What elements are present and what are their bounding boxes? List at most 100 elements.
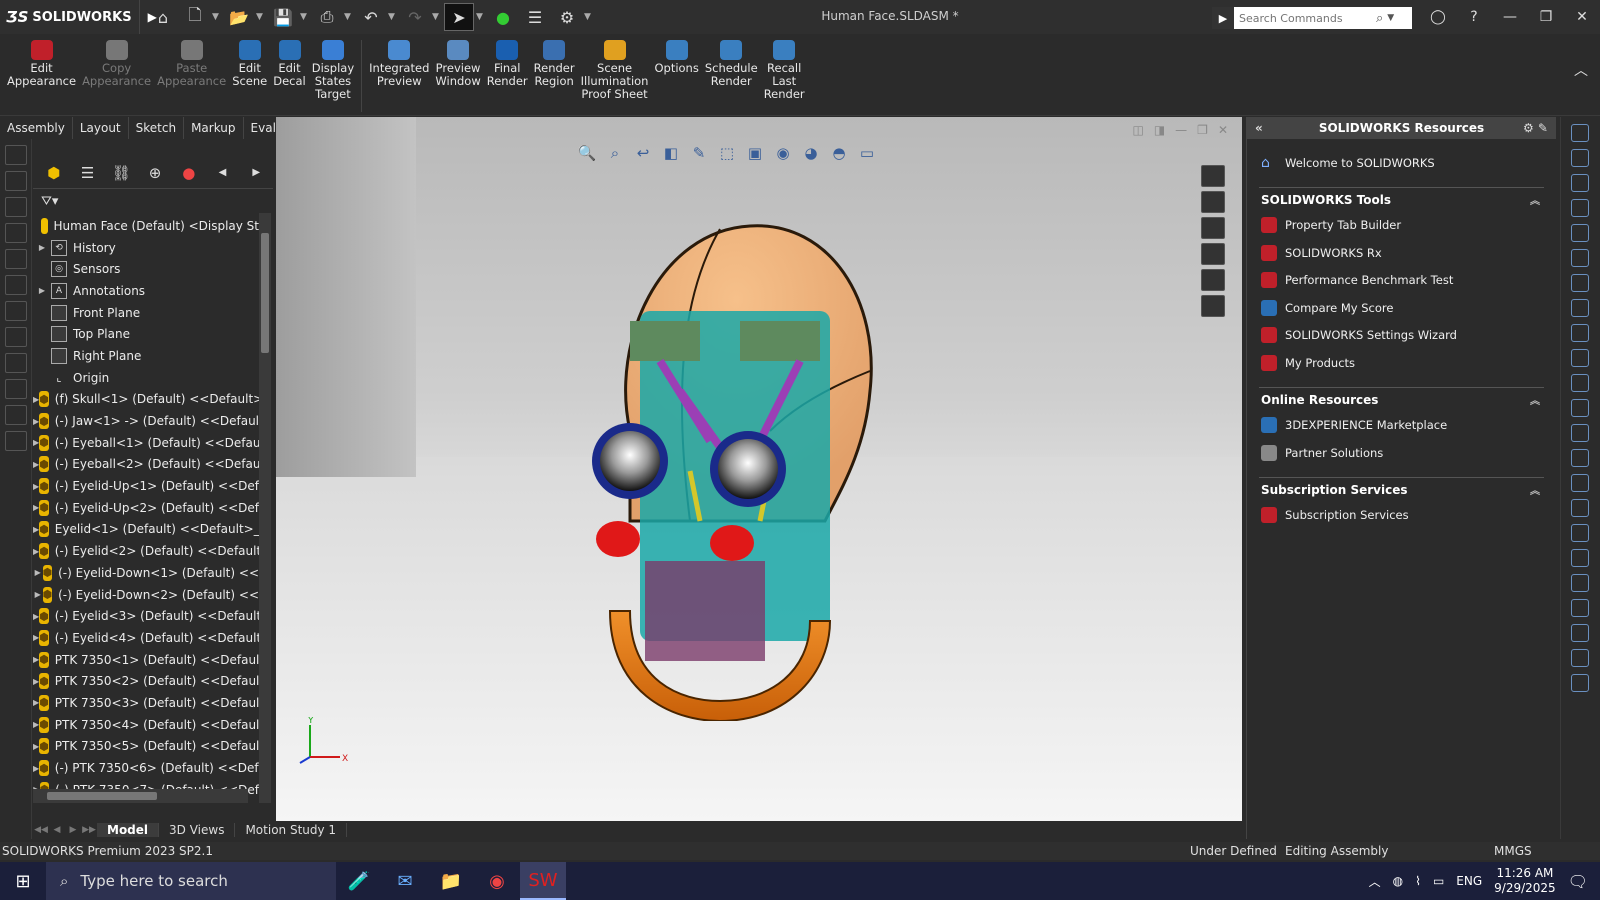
section-header[interactable]: Subscription Services ︽ (1259, 478, 1544, 502)
strip-tool-icon[interactable] (5, 431, 27, 451)
minimize-icon[interactable]: — (1492, 0, 1528, 34)
human-face-model[interactable] (570, 221, 890, 721)
zoom-to-fit-icon[interactable]: 🔍 (576, 143, 598, 163)
tabs-scroll-right-icon[interactable]: ▶ (239, 159, 273, 187)
strip-tool-icon[interactable] (5, 301, 27, 321)
collapse-section-icon[interactable]: ︽ (1530, 392, 1540, 407)
network-icon[interactable]: ◍ (1393, 874, 1403, 888)
configuration-manager-tab-icon[interactable]: ⛓ (104, 159, 138, 187)
dimxpert-tab-icon[interactable]: ⊕ (138, 159, 172, 187)
view-orientation-icon[interactable]: ⬚ (716, 143, 738, 163)
tree-node[interactable]: ◎ Sensors (33, 258, 259, 280)
home-icon[interactable]: ⌂ (148, 3, 178, 31)
search-icon[interactable]: ⌕ (1376, 11, 1383, 26)
options-gear-icon[interactable]: ⚙ (552, 3, 582, 31)
sketch-tool-icon[interactable] (1571, 649, 1589, 667)
ribbon-button-integrated-preview[interactable]: Integrated Preview (366, 34, 432, 88)
resource-link[interactable]: Compare My Score (1259, 294, 1544, 322)
file-properties-icon[interactable]: ☰ (520, 3, 550, 31)
sketch-tool-icon[interactable] (1571, 174, 1589, 192)
sketch-tool-icon[interactable] (1571, 624, 1589, 642)
sketch-tool-icon[interactable] (1571, 224, 1589, 242)
tabs-scroll-left-icon[interactable]: ◀ (206, 159, 240, 187)
tab-nav-icon[interactable]: ◀ (49, 825, 65, 835)
scroll-thumb[interactable] (47, 792, 157, 800)
tree-node[interactable]: ▶ ⬢ (-) Eyelid-Down<1> (Default) << (33, 562, 259, 584)
collapse-section-icon[interactable]: ︽ (1530, 192, 1540, 207)
section-view-icon[interactable]: ◧ (660, 143, 682, 163)
ribbon-button-edit-decal[interactable]: Edit Decal (270, 34, 309, 88)
unit-system-selector[interactable]: MMGS (1494, 844, 1532, 858)
solidworks-taskbar-icon[interactable]: SW (520, 862, 566, 900)
tree-node[interactable]: ▶ ⬢ (-) Eyeball<2> (Default) <<Defau (33, 454, 259, 476)
notifications-icon[interactable]: 🗨 (1568, 872, 1588, 891)
restore-icon[interactable]: ❐ (1528, 0, 1564, 34)
tab-nav-icon[interactable]: ◀◀ (33, 825, 49, 835)
tree-node[interactable]: ▶ ⬢ PTK 7350<3> (Default) <<Default (33, 692, 259, 714)
tree-node[interactable]: Right Plane (33, 345, 259, 367)
sketch-tool-icon[interactable] (1571, 324, 1589, 342)
task-view-icon[interactable]: 🧪 (336, 862, 382, 900)
scroll-thumb[interactable] (261, 233, 269, 353)
apply-scene-icon[interactable]: ◓ (828, 143, 850, 163)
sketch-tool-icon[interactable] (1571, 199, 1589, 217)
sketch-tool-icon[interactable] (1571, 399, 1589, 417)
battery-icon[interactable]: ▭ (1433, 874, 1444, 888)
ribbon-button-final-render[interactable]: Final Render (484, 34, 531, 88)
save-icon[interactable]: 💾 (268, 3, 298, 31)
display-manager-tab-icon[interactable]: ● (172, 159, 206, 187)
sketch-tool-icon[interactable] (1571, 599, 1589, 617)
viewport-restore-icon[interactable]: ❐ (1197, 123, 1208, 137)
rebuild-icon[interactable]: ● (488, 3, 518, 31)
open-icon[interactable]: 📂 (224, 3, 254, 31)
tree-filter-icon[interactable]: ⛛▾ (33, 189, 273, 213)
tab-nav-icon[interactable]: ▶ (65, 825, 81, 835)
sketch-tool-icon[interactable] (1571, 424, 1589, 442)
tree-node[interactable]: ▶ ⬢ (-) Eyelid-Up<1> (Default) <<Def (33, 475, 259, 497)
account-icon[interactable]: ◯ (1420, 0, 1456, 34)
zoom-to-area-icon[interactable]: ⌕ (604, 143, 626, 163)
section-header[interactable]: Online Resources ︽ (1259, 388, 1544, 412)
feature-tree-tab-icon[interactable]: ⬢ (37, 159, 71, 187)
email-app-icon[interactable]: ✉ (382, 862, 428, 900)
tab-assembly[interactable]: Assembly (0, 117, 73, 139)
new-document-icon[interactable]: 🗋 (180, 3, 210, 31)
tab-nav-icon[interactable]: ▶▶ (81, 825, 97, 835)
resource-link[interactable]: SOLIDWORKS Settings Wizard (1259, 322, 1544, 350)
tree-vertical-scrollbar[interactable] (259, 213, 271, 803)
tray-expand-icon[interactable]: ︿ (1369, 873, 1381, 890)
undo-dropdown-icon[interactable]: ▼ (388, 12, 398, 22)
tree-node[interactable]: ▶ ⬢ PTK 7350<2> (Default) <<Default (33, 670, 259, 692)
ribbon-button-paste-appearance[interactable]: Paste Appearance (154, 34, 229, 88)
sketch-tool-icon[interactable] (1571, 149, 1589, 167)
strip-tool-icon[interactable] (5, 145, 27, 165)
ribbon-button-edit-scene[interactable]: Edit Scene (229, 34, 270, 88)
resource-link[interactable]: Subscription Services (1259, 502, 1544, 530)
expand-arrow-icon[interactable]: ▶ (33, 568, 43, 577)
help-icon[interactable]: ? (1456, 0, 1492, 34)
ribbon-button-render-region[interactable]: Render Region (531, 34, 578, 88)
expand-arrow-icon[interactable]: ▶ (33, 243, 51, 252)
tree-root[interactable]: Human Face (Default) <Display St (33, 215, 259, 237)
ribbon-button-preview-window[interactable]: Preview Window (432, 34, 483, 88)
save-dropdown-icon[interactable]: ▼ (300, 12, 310, 22)
taskbar-search[interactable]: ⌕ Type here to search (46, 862, 336, 900)
tree-node[interactable]: ▶ ⬢ Eyelid<1> (Default) <<Default>_ (33, 519, 259, 541)
expand-arrow-icon[interactable]: ▶ (33, 590, 43, 599)
ribbon-button-scene-illumination-proof-sheet[interactable]: Scene Illumination Proof Sheet (578, 34, 652, 101)
tree-node[interactable]: ▶ ⟲ History (33, 237, 259, 259)
tree-node[interactable]: ▶ ⬢ (-) Eyelid<4> (Default) <<Default (33, 627, 259, 649)
strip-tool-icon[interactable] (5, 353, 27, 373)
strip-tool-icon[interactable] (5, 171, 27, 191)
design-library-tab-icon[interactable] (1201, 191, 1225, 213)
undo-icon[interactable]: ↶ (356, 3, 386, 31)
sketch-tool-icon[interactable] (1571, 449, 1589, 467)
section-header[interactable]: SOLIDWORKS Tools ︽ (1259, 188, 1544, 212)
open-dropdown-icon[interactable]: ▼ (256, 12, 266, 22)
select-pointer-icon[interactable]: ➤ (444, 3, 474, 31)
sketch-tool-icon[interactable] (1571, 299, 1589, 317)
sketch-tool-icon[interactable] (1571, 349, 1589, 367)
pane-settings-pin-icon[interactable]: ⚙ ✎ (1523, 121, 1548, 135)
resource-link[interactable]: My Products (1259, 349, 1544, 377)
collapse-ribbon-icon[interactable]: ︿ (1574, 60, 1588, 80)
